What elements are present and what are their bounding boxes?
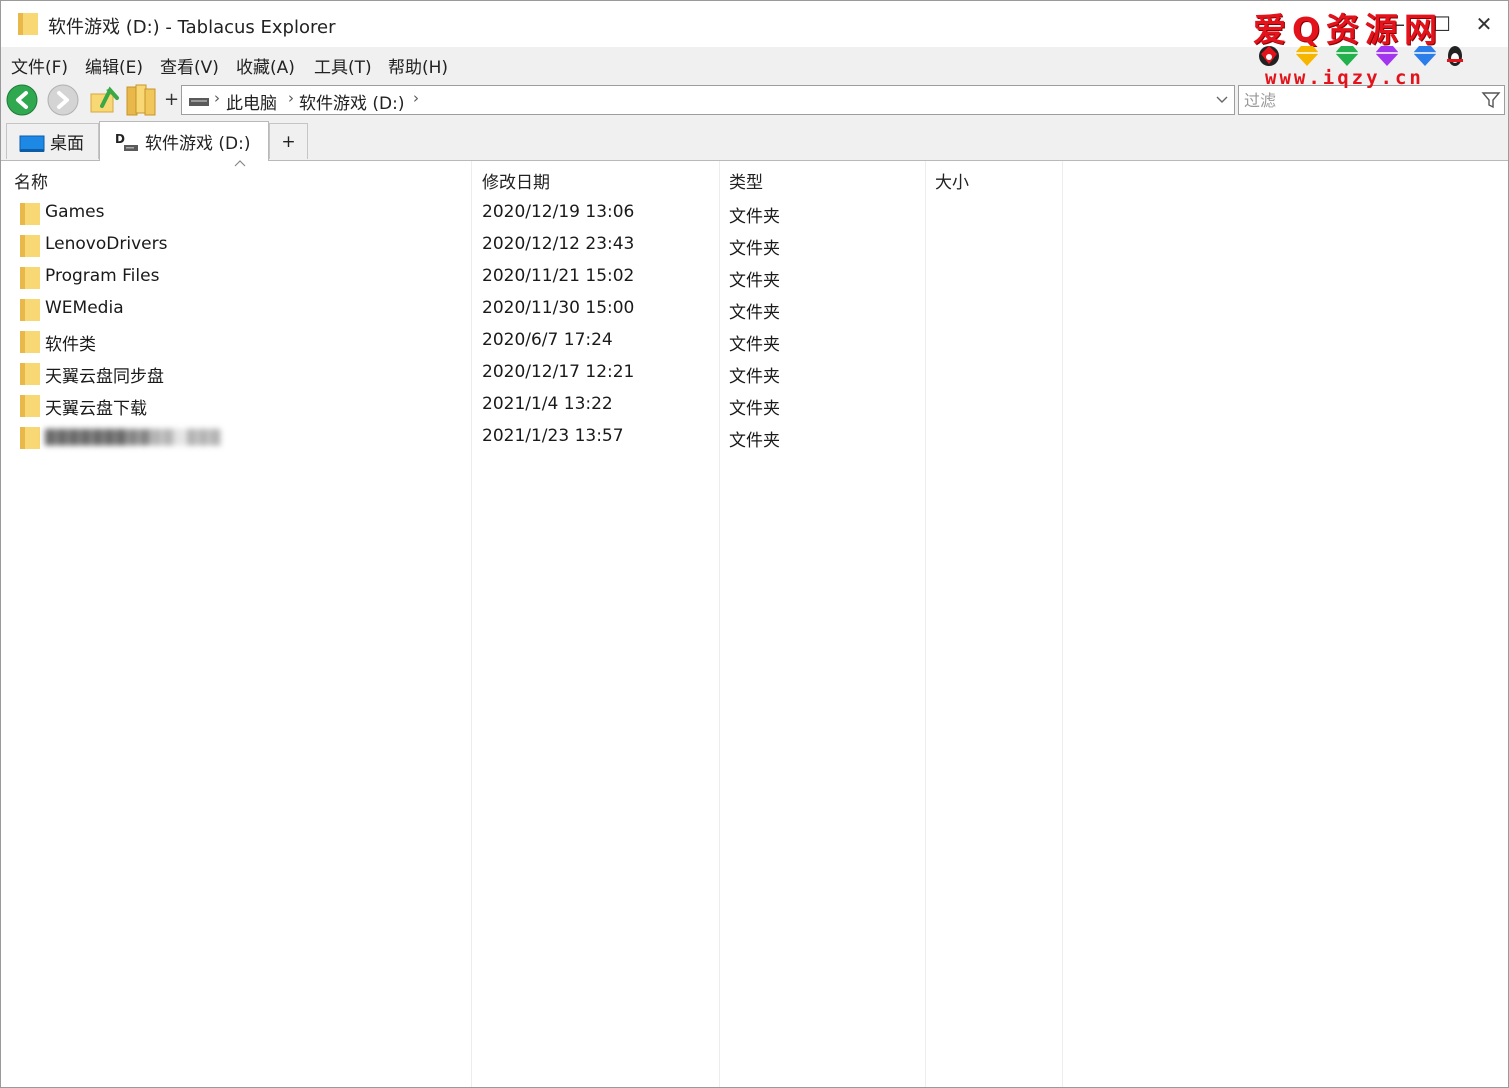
column-header-name[interactable]: 名称 <box>14 168 48 193</box>
file-date: 2021/1/4 13:22 <box>482 394 613 414</box>
file-row[interactable]: WEMedia 2020/11/30 15:00 文件夹 <box>4 294 1504 326</box>
file-type: 文件夹 <box>729 239 780 259</box>
forward-button[interactable] <box>46 84 80 116</box>
column-header-size[interactable]: 大小 <box>935 168 969 193</box>
file-name: 天翼云盘下载 <box>45 399 147 419</box>
chevron-right-icon: › <box>288 89 294 107</box>
file-row[interactable]: 天翼云盘下载 2021/1/4 13:22 文件夹 <box>4 390 1504 422</box>
menu-view[interactable]: 查看(V) <box>160 53 219 78</box>
file-name: LenovoDrivers <box>45 234 168 254</box>
folder-icon <box>20 299 40 321</box>
file-date: 2020/12/19 13:06 <box>482 202 635 222</box>
menu-file[interactable]: 文件(F) <box>11 53 68 78</box>
folder-icon <box>20 395 40 417</box>
tab-drive-d-label: 软件游戏 (D:) <box>145 134 251 154</box>
file-date: 2020/11/21 15:02 <box>482 266 635 286</box>
folder-icon <box>20 427 40 449</box>
menu-edit[interactable]: 编辑(E) <box>85 53 143 78</box>
file-date: 2020/12/17 12:21 <box>482 362 635 382</box>
breadcrumb-this-pc[interactable]: 此电脑 <box>226 89 277 114</box>
gems-icon <box>1259 46 1463 66</box>
file-name: 天翼云盘同步盘 <box>45 367 164 387</box>
drive-letter-icon: D <box>115 132 138 151</box>
file-date: 2020/6/7 17:24 <box>482 330 613 350</box>
svg-text:D: D <box>115 132 125 146</box>
file-date: 2020/12/12 23:43 <box>482 234 635 254</box>
folder-icon <box>20 267 40 289</box>
tab-bar: 桌面 D 软件游戏 (D:) + <box>1 117 1508 161</box>
explorer-window: 软件游戏 (D:) - Tablacus Explorer – ☐ ✕ 爱Q资源… <box>0 0 1509 1088</box>
up-folder-button[interactable] <box>87 84 121 116</box>
file-type: 文件夹 <box>729 335 780 355</box>
file-date: 2020/11/30 15:00 <box>482 298 635 318</box>
chevron-down-icon[interactable] <box>1214 90 1230 108</box>
up-folder-icon <box>90 86 119 113</box>
watermark-logo: 爱Q资源网 www.iqzy.cn <box>1253 3 1493 93</box>
file-row[interactable]: LenovoDrivers 2020/12/12 23:43 文件夹 <box>4 230 1504 262</box>
file-type: 文件夹 <box>729 431 780 451</box>
file-type: 文件夹 <box>729 303 780 323</box>
tab-drive-d[interactable]: D 软件游戏 (D:) <box>99 121 269 161</box>
forward-arrow-icon <box>47 84 79 116</box>
folder-icon <box>20 203 40 225</box>
file-row[interactable]: 软件类 2020/6/7 17:24 文件夹 <box>4 326 1504 358</box>
file-row[interactable]: 2021/1/23 13:57 文件夹 ███████▓▓▒▒░▒▒▒ <box>4 422 1504 454</box>
file-name: Games <box>45 202 105 222</box>
chevron-right-icon: › <box>413 89 419 107</box>
folder-icon <box>20 331 40 353</box>
folder-icon <box>20 363 40 385</box>
watermark-url: www.iqzy.cn <box>1265 67 1424 89</box>
file-name: WEMedia <box>45 298 124 318</box>
chevron-right-icon: › <box>214 89 220 107</box>
file-type: 文件夹 <box>729 271 780 291</box>
new-tab-label: + <box>281 131 296 152</box>
file-type: 文件夹 <box>729 399 780 419</box>
back-button[interactable] <box>5 84 39 116</box>
tab-desktop[interactable]: 桌面 <box>6 123 99 159</box>
menu-help[interactable]: 帮助(H) <box>388 53 448 78</box>
column-header-date[interactable]: 修改日期 <box>482 168 550 193</box>
folder-icon <box>18 13 38 35</box>
file-type: 文件夹 <box>729 367 780 387</box>
file-type: 文件夹 <box>729 207 780 227</box>
menu-tools[interactable]: 工具(T) <box>314 53 372 78</box>
file-name: 软件类 <box>45 335 96 355</box>
folders-tree-button[interactable] <box>123 84 157 116</box>
file-list[interactable]: 名称 修改日期 类型 大小 Games 2020/12/19 13:06 文件夹 Le… <box>4 160 1508 1087</box>
tab-desktop-label: 桌面 <box>50 134 84 154</box>
column-header-type[interactable]: 类型 <box>729 168 763 193</box>
folder-tree-icon <box>126 84 156 116</box>
file-date: 2021/1/23 13:57 <box>482 426 624 446</box>
new-tab-button[interactable]: + <box>269 123 308 159</box>
breadcrumb-drive-d[interactable]: 软件游戏 (D:) <box>299 89 405 114</box>
menu-favorites[interactable]: 收藏(A) <box>236 53 295 78</box>
blurred-file-name: ███████▓▓▒▒░▒▒▒ <box>45 430 222 446</box>
filter-icon[interactable] <box>1481 90 1501 110</box>
sort-ascending-icon <box>234 160 246 167</box>
add-button[interactable]: + <box>164 89 179 110</box>
desktop-icon <box>19 135 45 152</box>
file-row[interactable]: 天翼云盘同步盘 2020/12/17 12:21 文件夹 <box>4 358 1504 390</box>
address-bar[interactable]: › 此电脑 › 软件游戏 (D:) › <box>181 85 1235 115</box>
file-row[interactable]: Games 2020/12/19 13:06 文件夹 <box>4 198 1504 230</box>
file-name: Program Files <box>45 266 160 286</box>
folder-icon <box>20 235 40 257</box>
back-arrow-icon <box>6 84 38 116</box>
window-title: 软件游戏 (D:) - Tablacus Explorer <box>48 17 336 38</box>
drive-icon <box>189 98 209 106</box>
file-row[interactable]: Program Files 2020/11/21 15:02 文件夹 <box>4 262 1504 294</box>
